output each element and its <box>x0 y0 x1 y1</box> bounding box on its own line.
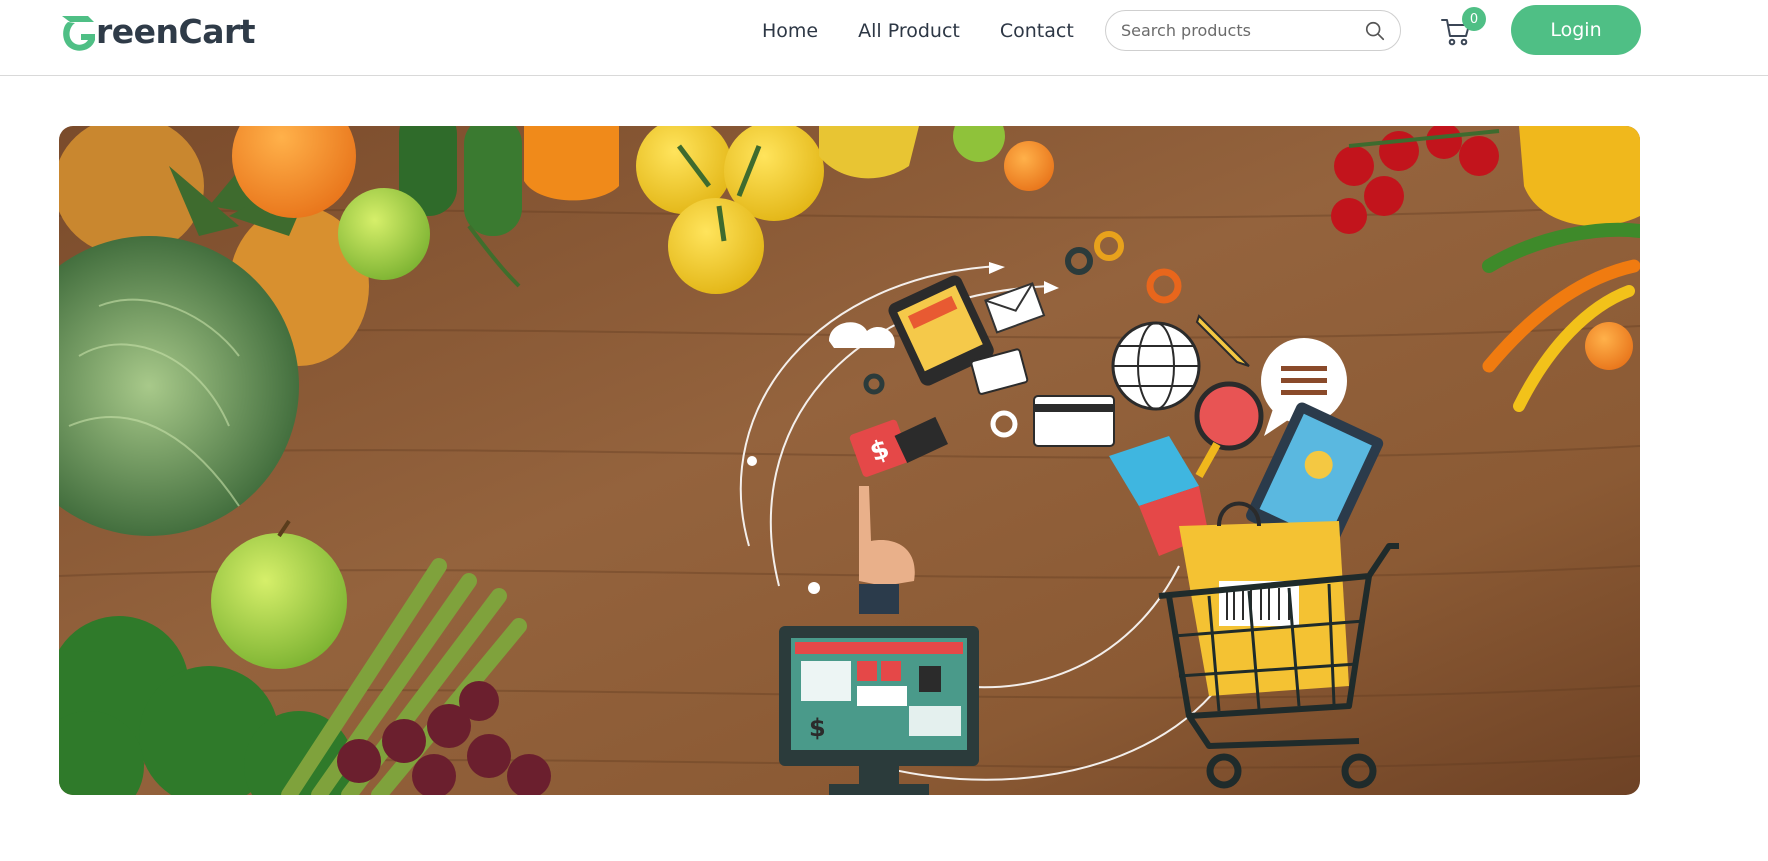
nav-link-home[interactable]: Home <box>762 20 818 42</box>
logo-text: reenCart <box>96 12 256 51</box>
hero-image: $ $ <box>59 126 1640 795</box>
cart-count-badge: 0 <box>1462 7 1486 31</box>
navbar: reenCart Home All Product Contact 0 Logi… <box>0 0 1768 76</box>
nav-link-all-product[interactable]: All Product <box>858 20 960 42</box>
logo[interactable]: reenCart <box>58 10 256 54</box>
nav-links: Home All Product Contact <box>762 0 1074 62</box>
svg-text:$: $ <box>809 714 826 742</box>
search-icon[interactable] <box>1364 20 1386 42</box>
login-button[interactable]: Login <box>1511 5 1641 55</box>
hero-banner: $ $ <box>59 126 1640 795</box>
search-input[interactable] <box>1121 21 1364 40</box>
logo-g-icon <box>62 16 95 51</box>
nav-link-contact[interactable]: Contact <box>1000 20 1074 42</box>
search-bar <box>1105 10 1401 51</box>
cart-button[interactable]: 0 <box>1440 7 1486 48</box>
